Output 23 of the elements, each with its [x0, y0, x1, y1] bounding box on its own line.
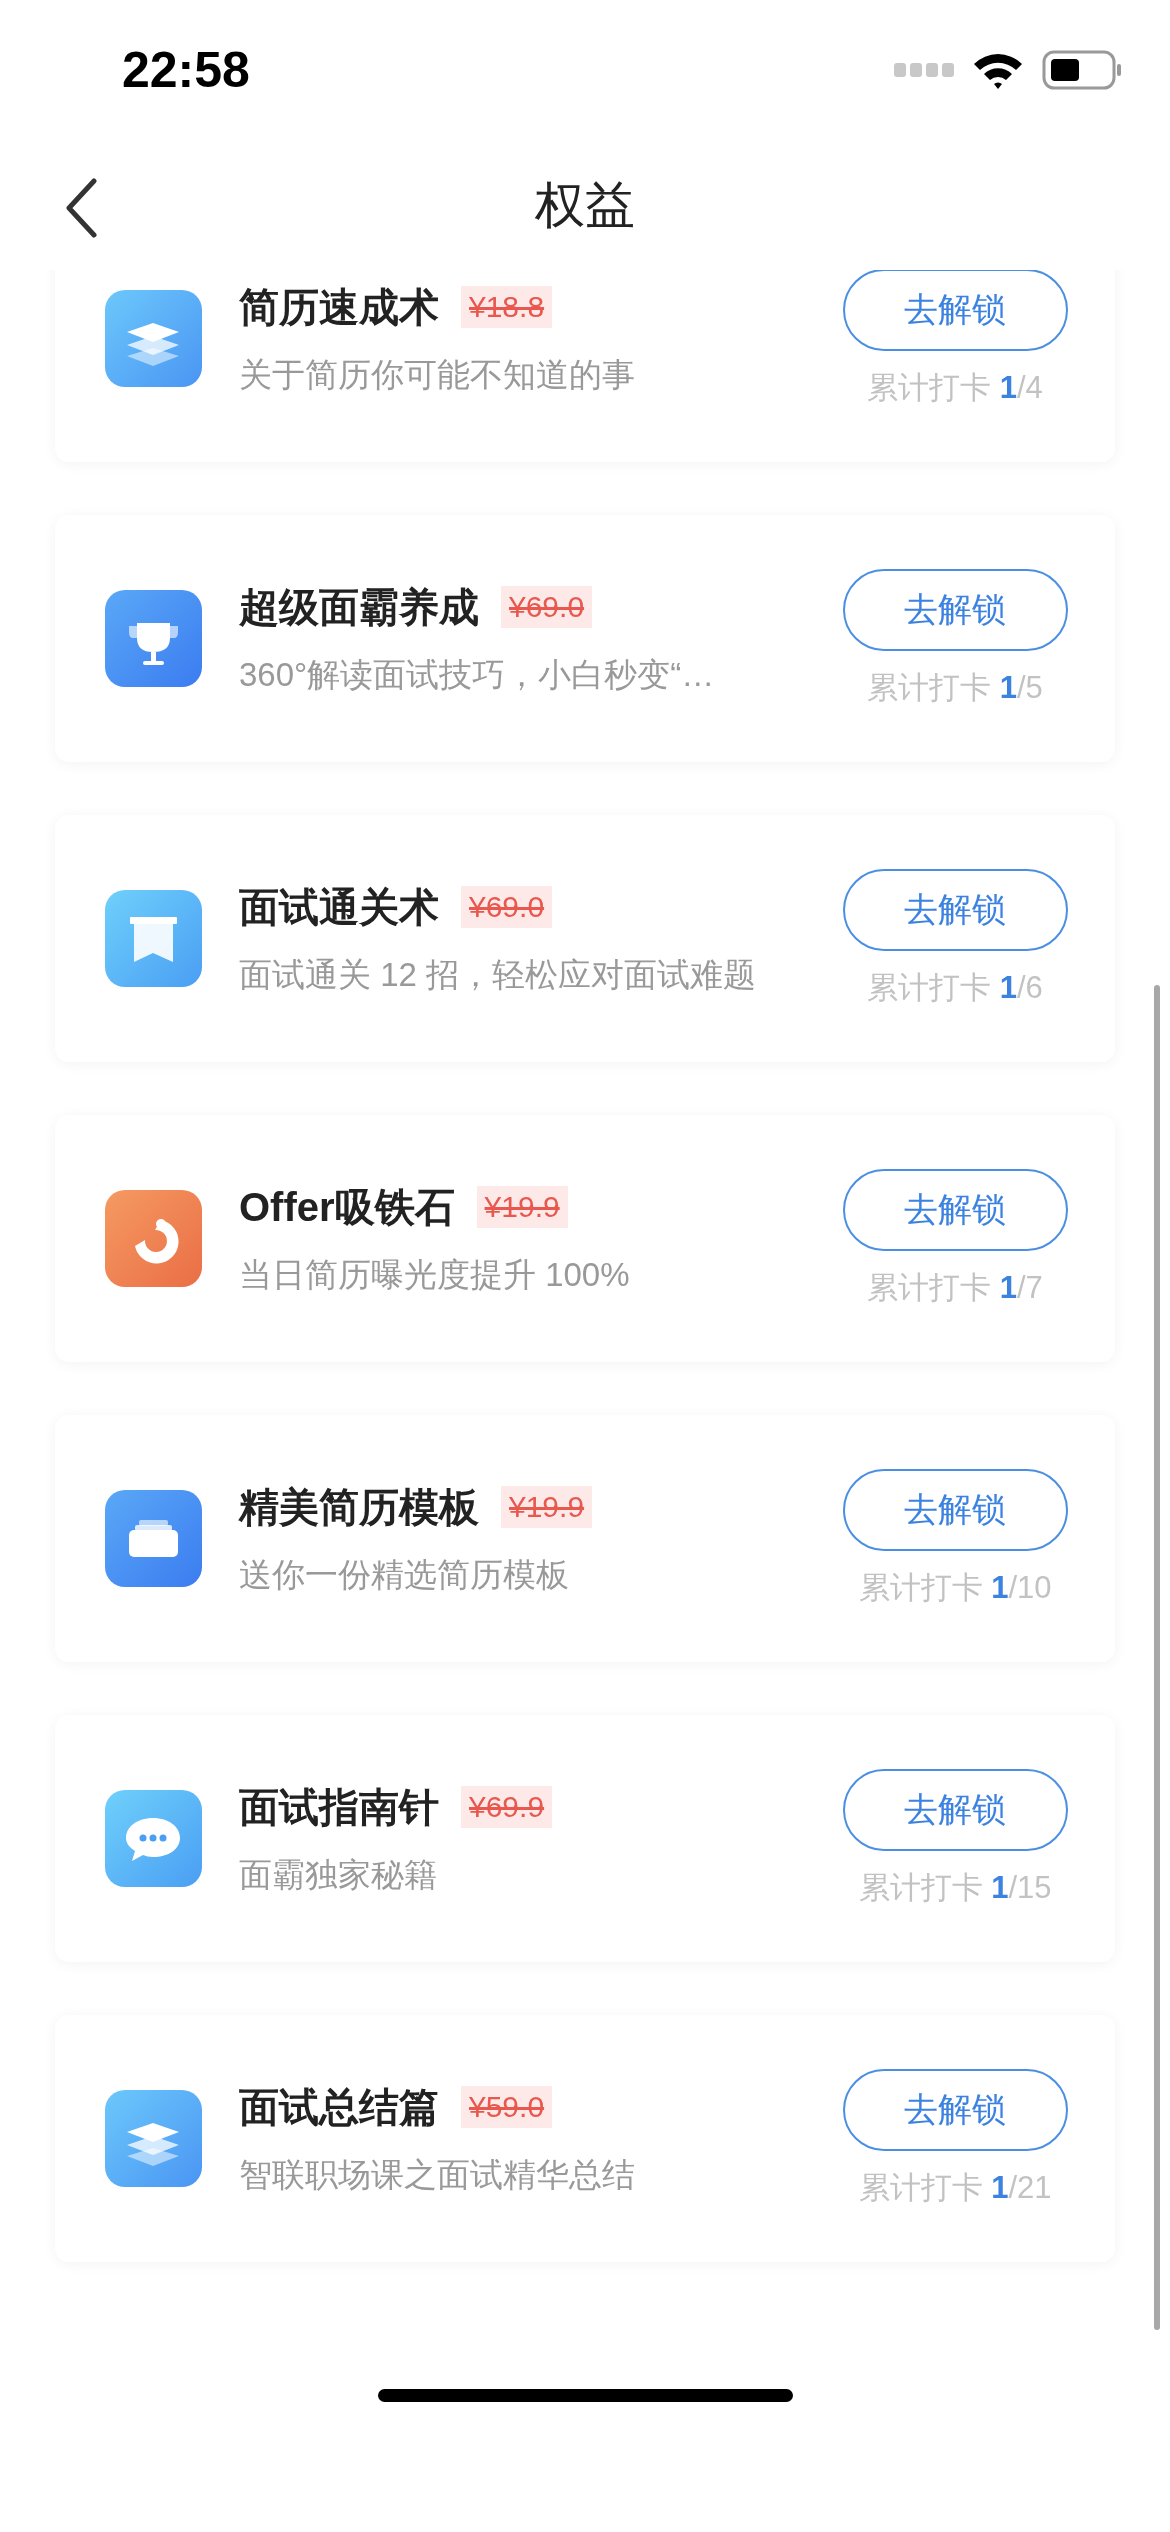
benefit-description: 当日简历曝光度提升 100% — [239, 1254, 631, 1295]
benefit-title: 精美简历模板 — [239, 1483, 479, 1531]
benefit-title: 简历速成术 — [239, 283, 439, 331]
benefit-description: 智联职场课之面试精华总结 — [239, 2154, 636, 2195]
original-price: ¥59.0 — [461, 2086, 553, 2128]
benefit-description: 送你一份精选简历模板 — [239, 1554, 570, 1595]
benefit-description: 360°解读面试技巧，小白秒变“… — [239, 654, 716, 695]
benefit-title: Offer吸铁石 — [239, 1183, 455, 1231]
benefit-description: 面霸独家秘籍 — [239, 1854, 438, 1895]
benefit-title: 面试总结篇 — [239, 2083, 439, 2131]
original-price: ¥19.9 — [476, 1186, 568, 1228]
original-price: ¥18.8 — [461, 286, 553, 328]
page-title: 权益 — [535, 175, 635, 235]
status-time: 22:58 — [122, 41, 250, 99]
original-price: ¥69.9 — [461, 1786, 553, 1828]
original-price: ¥69.0 — [501, 586, 593, 628]
benefit-title: 面试通关术 — [239, 883, 439, 931]
original-price: ¥19.9 — [501, 1486, 593, 1528]
benefit-title: 超级面霸养成 — [239, 583, 479, 631]
original-price: ¥69.0 — [461, 886, 553, 928]
benefit-description: 面试通关 12 招，轻松应对面试难题 — [239, 954, 758, 995]
benefit-description: 关于简历你可能不知道的事 — [239, 354, 636, 395]
benefit-title: 面试指南针 — [239, 1783, 439, 1831]
